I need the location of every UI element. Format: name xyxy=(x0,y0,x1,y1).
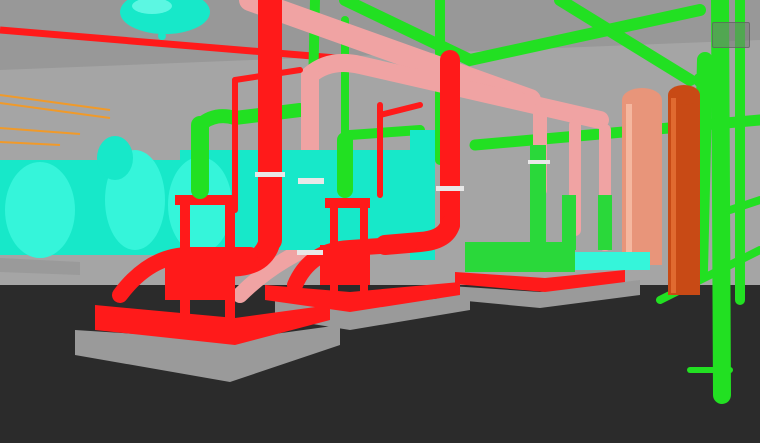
3d-model-viewport[interactable] xyxy=(0,0,760,443)
view-cube-icon[interactable] xyxy=(712,22,750,48)
vertical-duct-salmon xyxy=(622,88,662,265)
vertical-duct-orange xyxy=(668,85,700,295)
mechanical-room-scene[interactable] xyxy=(0,0,760,443)
